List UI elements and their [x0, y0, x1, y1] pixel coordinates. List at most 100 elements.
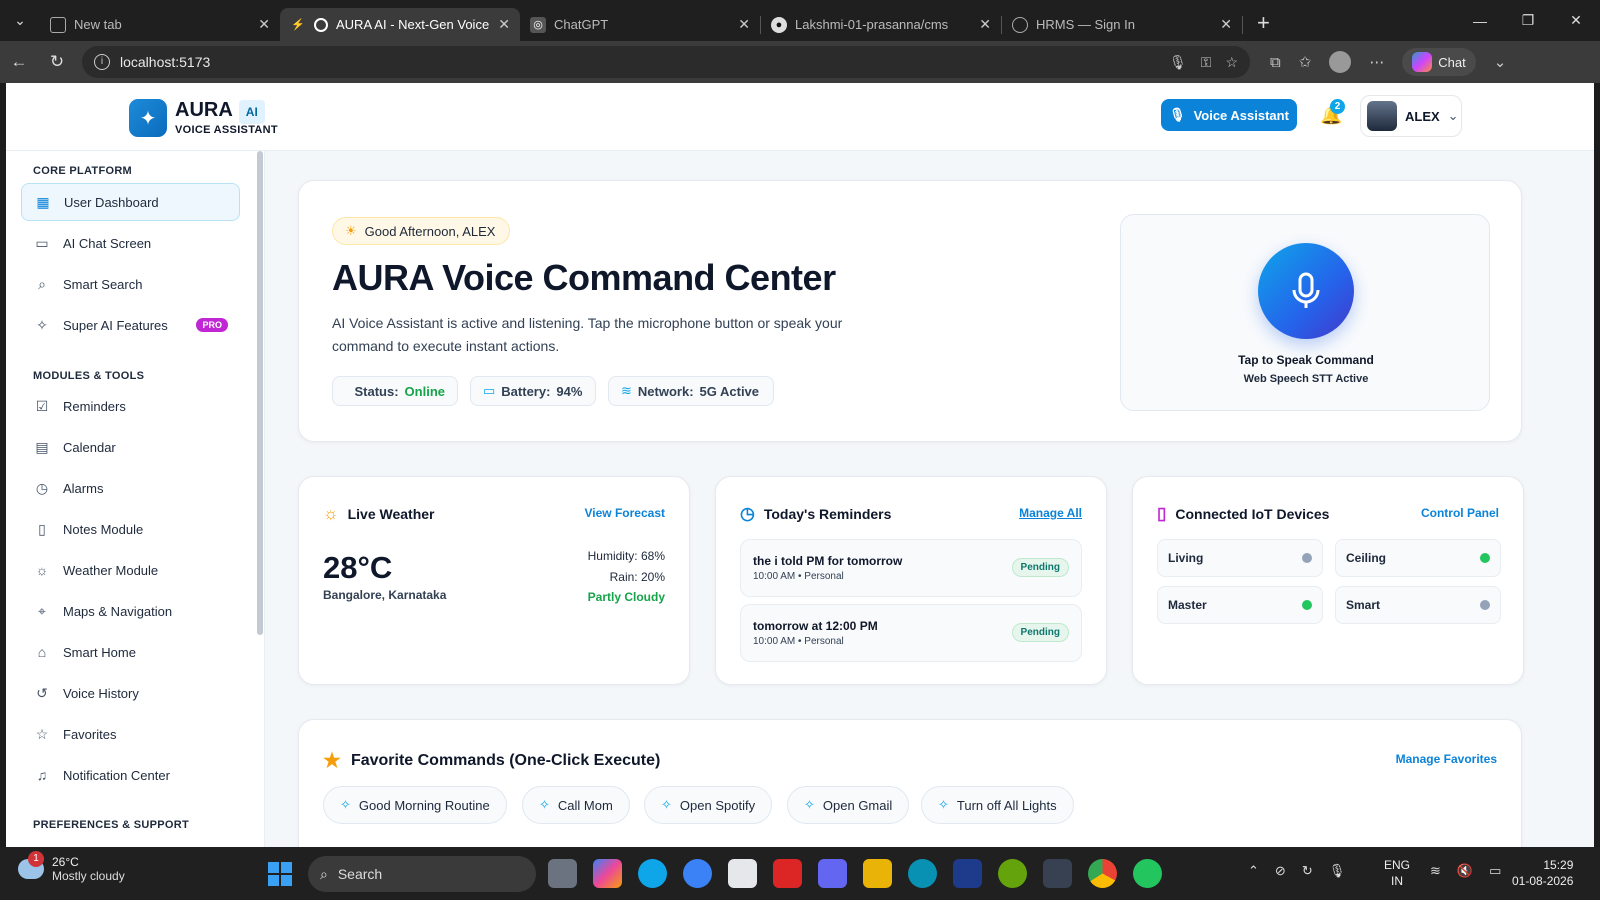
- sidebar-item-notification-center[interactable]: ♫ Notification Center: [21, 756, 240, 794]
- section-title-core: CORE PLATFORM: [33, 165, 133, 177]
- windows-start-icon[interactable]: [268, 862, 292, 886]
- reminder-item[interactable]: the i told PM for tomorrow 10:00 AM • Pe…: [740, 539, 1082, 597]
- manage-all-link[interactable]: Manage All: [1019, 506, 1082, 520]
- tab-new-tab[interactable]: New tab ✕: [40, 8, 280, 41]
- chrome-icon[interactable]: [1088, 859, 1117, 888]
- sidebar-item-notes[interactable]: ▯ Notes Module: [21, 510, 240, 548]
- task-view-icon[interactable]: [548, 859, 577, 888]
- battery-icon[interactable]: ▭: [1489, 863, 1501, 879]
- site-info-icon[interactable]: i: [94, 54, 110, 70]
- url-field[interactable]: i localhost:5173 🎙 ⚿ ☆: [82, 46, 1250, 78]
- sidebar-item-voice-history[interactable]: ↺ Voice History: [21, 674, 240, 712]
- status-badge: Pending: [1011, 558, 1069, 577]
- vs-icon[interactable]: [953, 859, 982, 888]
- close-tab-icon[interactable]: ✕: [738, 16, 750, 33]
- hp-icon[interactable]: [638, 859, 667, 888]
- file-explorer-icon[interactable]: [863, 859, 892, 888]
- tab-aura[interactable]: ⚡ AURA AI - Next-Gen Voice Ass ✕: [280, 8, 520, 41]
- tab-github[interactable]: ● Lakshmi-01-prasanna/cms ✕: [761, 8, 1001, 41]
- status-label: Status:: [354, 383, 399, 399]
- close-tab-icon[interactable]: ✕: [1220, 16, 1232, 33]
- microphone-icon[interactable]: 🎙: [1329, 863, 1346, 879]
- copilot-chat-button[interactable]: Chat: [1402, 48, 1476, 76]
- media-player-icon[interactable]: [818, 859, 847, 888]
- minimize-icon[interactable]: —: [1456, 13, 1504, 29]
- volume-mute-icon[interactable]: 🔇: [1457, 863, 1473, 879]
- avatar: [1367, 101, 1397, 131]
- sidebar-item-weather[interactable]: ☼ Weather Module: [21, 551, 240, 589]
- close-tab-icon[interactable]: ✕: [258, 16, 270, 33]
- command-chip[interactable]: ✧ Open Spotify: [644, 786, 773, 824]
- leaf-app-icon[interactable]: [998, 859, 1027, 888]
- sidebar-item-maps[interactable]: ⌖ Maps & Navigation: [21, 592, 240, 630]
- sidebar-item-favorites[interactable]: ☆ Favorites: [21, 715, 240, 753]
- command-chip[interactable]: ✧ Good Morning Routine: [323, 786, 507, 824]
- device-tile-master[interactable]: Master: [1157, 586, 1323, 624]
- back-arrow-icon[interactable]: ←: [0, 52, 38, 72]
- sidebar-scrollbar[interactable]: [257, 151, 263, 635]
- user-menu[interactable]: ALEX ⌄: [1360, 95, 1462, 137]
- sidebar-item-label: Smart Home: [63, 644, 136, 660]
- aura-logo[interactable]: ✦ AURA AI VOICE ASSISTANT: [129, 99, 278, 137]
- taskbar-weather[interactable]: 1 26°C Mostly cloudy: [18, 851, 125, 883]
- clock[interactable]: 15:29 01-08-2026: [1512, 857, 1573, 889]
- device-name: Ceiling: [1346, 551, 1387, 565]
- tab-hrms[interactable]: HRMS — Sign In ✕: [1002, 8, 1242, 41]
- command-chip[interactable]: ✧ Turn off All Lights: [921, 786, 1074, 824]
- key-icon[interactable]: ⚿: [1201, 54, 1212, 71]
- sidebar-item-super-ai[interactable]: ✧ Super AI Features PRO: [21, 306, 240, 344]
- reminder-item[interactable]: tomorrow at 12:00 PM 10:00 AM • Personal…: [740, 604, 1082, 662]
- sidebar-item-label: User Dashboard: [64, 194, 159, 210]
- edge-icon[interactable]: [908, 859, 937, 888]
- device-tile-living[interactable]: Living: [1157, 539, 1323, 577]
- command-chip[interactable]: ✧ Call Mom: [522, 786, 630, 824]
- tab-chatgpt[interactable]: ◎ ChatGPT ✕: [520, 8, 760, 41]
- terminal-icon[interactable]: [1043, 859, 1072, 888]
- close-tab-icon[interactable]: ✕: [979, 16, 991, 33]
- help-icon[interactable]: [683, 859, 712, 888]
- restore-icon[interactable]: ❐: [1504, 12, 1552, 29]
- microphone-button[interactable]: [1258, 243, 1354, 339]
- sidebar-item-smart-search[interactable]: ⌕ Smart Search: [21, 265, 240, 303]
- sidebar-item-smart-home[interactable]: ⌂ Smart Home: [21, 633, 240, 671]
- whatsapp-icon[interactable]: [1133, 859, 1162, 888]
- close-window-icon[interactable]: ✕: [1552, 12, 1600, 29]
- new-tab-plus-icon[interactable]: +: [1257, 10, 1270, 36]
- sidebar-item-user-dashboard[interactable]: ▦ User Dashboard: [21, 183, 240, 221]
- profile-avatar-icon[interactable]: [1329, 51, 1352, 73]
- microphone-icon[interactable]: 🎙: [1169, 54, 1187, 71]
- language-indicator[interactable]: ENG IN: [1384, 857, 1410, 889]
- sidebar-item-label: Favorites: [63, 726, 117, 742]
- taskbar-search[interactable]: ⌕ Search: [308, 856, 536, 892]
- sync-icon[interactable]: ↻: [1302, 863, 1313, 879]
- chevron-down-icon[interactable]: ⌄: [1494, 53, 1507, 71]
- device-tile-ceiling[interactable]: Ceiling: [1335, 539, 1501, 577]
- network-off-icon[interactable]: ⊘: [1275, 863, 1286, 879]
- notification-bell-icon[interactable]: 🔔 2: [1320, 99, 1345, 126]
- sidebar-item-alarms[interactable]: ◷ Alarms: [21, 469, 240, 507]
- status-pill: Status: Online: [332, 376, 458, 406]
- refresh-icon[interactable]: ↻: [38, 52, 76, 72]
- more-menu-icon[interactable]: ⋯: [1369, 53, 1384, 71]
- temperature: 28°C: [323, 550, 393, 585]
- favorites-bar-icon[interactable]: ✩: [1299, 53, 1312, 71]
- sidebar-item-ai-chat[interactable]: ▭ AI Chat Screen: [21, 224, 240, 262]
- view-forecast-link[interactable]: View Forecast: [585, 506, 665, 520]
- close-tab-icon[interactable]: ✕: [498, 16, 510, 33]
- command-chip[interactable]: ✧ Open Gmail: [787, 786, 910, 824]
- control-panel-link[interactable]: Control Panel: [1421, 506, 1499, 520]
- copilot-icon: [1412, 52, 1433, 72]
- tab-actions-chevron-icon[interactable]: ⌄: [0, 0, 40, 41]
- sidebar-item-reminders[interactable]: ☑ Reminders: [21, 387, 240, 425]
- extensions-icon[interactable]: ⧉: [1270, 54, 1281, 71]
- wifi-icon[interactable]: ≋: [1430, 863, 1441, 879]
- mcafee-icon[interactable]: [773, 859, 802, 888]
- device-tile-smart[interactable]: Smart: [1335, 586, 1501, 624]
- copilot-app-icon[interactable]: [593, 859, 622, 888]
- chevron-up-icon[interactable]: ⌃: [1248, 863, 1259, 879]
- sidebar-item-calendar[interactable]: ▤ Calendar: [21, 428, 240, 466]
- manage-favorites-link[interactable]: Manage Favorites: [1396, 752, 1497, 766]
- store-icon[interactable]: [728, 859, 757, 888]
- voice-assistant-button[interactable]: 🎙 Voice Assistant: [1161, 99, 1297, 131]
- favorite-star-icon[interactable]: ☆: [1225, 54, 1238, 71]
